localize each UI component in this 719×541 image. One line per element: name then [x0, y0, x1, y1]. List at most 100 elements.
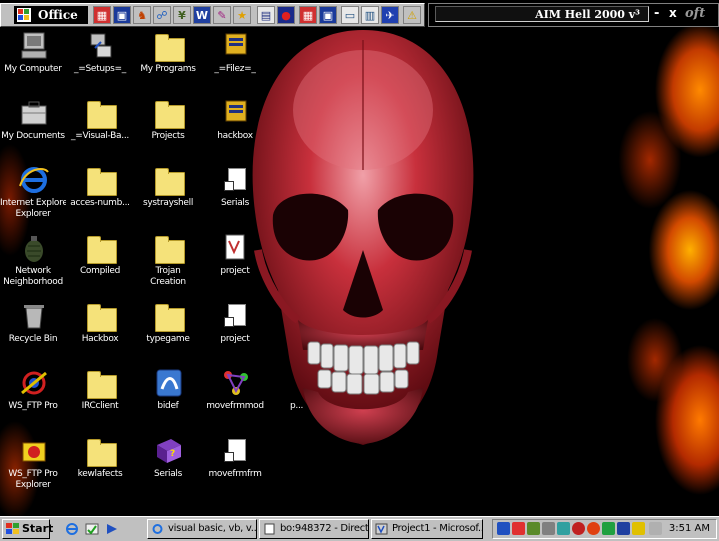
monitor-tray-icon[interactable] [617, 522, 630, 535]
shortcut-doc-icon [220, 164, 252, 196]
office-app-icon-10[interactable]: ● [277, 6, 295, 24]
desktop-icon-my-computer[interactable]: My Computer [0, 30, 66, 92]
desktop-icon-label: typegame [146, 334, 190, 344]
help-book-icon: ? [157, 439, 181, 463]
desktop-icon-project[interactable]: project [202, 300, 268, 362]
desktop-icon-hackbox[interactable]: hackbox [202, 97, 268, 159]
desktop-icon-serials[interactable]: Serials [202, 164, 268, 226]
desktop-icon-systrayshell[interactable]: systrayshell [135, 164, 201, 226]
molecule-icon [224, 371, 248, 395]
desktop-icon-acces-numb[interactable]: acces-numb... [67, 164, 133, 226]
office-app-icon-15[interactable]: ✈ [381, 6, 399, 24]
ws-ftp-explorer-icon [22, 442, 46, 462]
desktop-icon-my-programs[interactable]: My Programs [135, 30, 201, 92]
desktop-icon-setups[interactable]: _=Setups=_ [67, 30, 133, 92]
misc-tray-icon[interactable] [649, 522, 662, 535]
desktop-icon-projects[interactable]: Projects [135, 97, 201, 159]
office-app-icon-16[interactable]: ⚠ [403, 6, 421, 24]
folder-icon [153, 30, 185, 62]
desktop-icon-label: Serials [220, 198, 250, 208]
office-app-icon-5[interactable]: ¥ [173, 6, 191, 24]
desktop-icon-compiled[interactable]: Compiled [67, 232, 133, 294]
office-menu-button[interactable]: Office [14, 6, 88, 24]
warning-tray-icon[interactable] [632, 522, 645, 535]
folder-icon [85, 164, 117, 196]
desktop-icon-network-neighborhood[interactable]: Network Neighborhood [0, 232, 66, 302]
office-app-icon-13[interactable]: ▭ [341, 6, 359, 24]
desktop-icon-label: p... [290, 401, 304, 411]
update-tray-icon[interactable] [557, 522, 570, 535]
desktop-icon-label: My Programs [140, 64, 196, 74]
desktop-icon-serials-help[interactable]: ? Serials [135, 435, 201, 497]
desktop-icon-movefrmfrm[interactable]: movefrmfrm [202, 435, 268, 497]
office-app-icon-1[interactable]: ▦ [93, 6, 111, 24]
desktop-icon-label: acces-numb... [70, 198, 130, 208]
desktop-icon-internet-explorer[interactable]: Internet Explorer Explorer [0, 164, 66, 234]
task-direct[interactable]: bo:948372 - Direct... [259, 519, 369, 539]
network-tray-icon[interactable] [527, 522, 540, 535]
setup-icon [90, 33, 112, 58]
clock[interactable]: 3:51 AM [669, 523, 710, 534]
folder-icon [85, 97, 117, 129]
desktop-icon-hackbox-folder[interactable]: Hackbox [67, 300, 133, 362]
office-title: Office [38, 8, 78, 22]
outlook-quicklaunch-icon[interactable] [84, 521, 100, 537]
desktop-icon-label: Projects [151, 131, 185, 141]
office-app-icon-4[interactable]: ☍ [153, 6, 171, 24]
start-button[interactable]: Start [2, 519, 53, 539]
office-app-icon-3[interactable]: ♞ [133, 6, 151, 24]
desktop-icon-ircclient[interactable]: IRCclient [67, 367, 133, 429]
desktop-icon-label: project [220, 334, 250, 344]
desktop-icon-movefrmmod[interactable]: movefrmmod [202, 367, 268, 429]
folder-icon [153, 164, 185, 196]
office-app-icon-12[interactable]: ▣ [319, 6, 337, 24]
desktop-icon-label: project [220, 266, 250, 276]
office-app-icon-14[interactable]: ▥ [361, 6, 379, 24]
desktop-icon-my-documents[interactable]: My Documents [0, 97, 66, 159]
task-label: Project1 - Microsof... [392, 523, 483, 534]
recycle-bin-icon [24, 305, 44, 329]
desktop-icon-kewlafects[interactable]: kewlafects [67, 435, 133, 497]
office-app-icon-2[interactable]: ▣ [113, 6, 131, 24]
office-app-icon-11[interactable]: ▦ [299, 6, 317, 24]
desktop-icon-partial[interactable]: p... [270, 367, 336, 429]
desktop-icon-label: movefrmmod [206, 401, 264, 411]
desktop-icon-visual-basic-folder[interactable]: _=Visual-Ba... [67, 97, 133, 159]
shield-tray-icon[interactable] [497, 522, 510, 535]
office-app-icon-7[interactable]: ✎ [213, 6, 231, 24]
desktop-icon-label-line2: Creation [150, 277, 186, 287]
office-app-icon-9[interactable]: ▤ [257, 6, 275, 24]
office-app-icon-8[interactable]: ★ [233, 6, 251, 24]
desktop-icon-ws-ftp-pro-explorer[interactable]: WS_FTP Pro Explorer [0, 435, 66, 505]
speaker-tray-icon[interactable] [602, 522, 615, 535]
task-visual-basic[interactable]: visual basic, vb, v... [147, 519, 257, 539]
office-app-icon-6[interactable]: W [193, 6, 211, 24]
desktop-icon-label: Internet Explorer [0, 198, 66, 208]
desktop-icon-bidef[interactable]: bidef [135, 367, 201, 429]
desktop-icon-label: _=Setups=_ [74, 64, 126, 74]
desktop-icon-label: Hackbox [81, 334, 119, 344]
desktop[interactable]: Office ▦ ▣ ♞ ☍ ¥ W ✎ ★ ▤ ● ▦ ▣ ▭ ▥ ✈ ⚠ A… [0, 0, 719, 516]
desktop-icon-typegame[interactable]: typegame [135, 300, 201, 362]
desktop-icon-project-vb[interactable]: project [202, 232, 268, 294]
desktop-icon-recycle-bin[interactable]: Recycle Bin [0, 300, 66, 362]
desktop-icon-label: Recycle Bin [8, 334, 58, 344]
desktop-quicklaunch-icon[interactable] [104, 521, 120, 537]
task-project1[interactable]: Project1 - Microsof... [371, 519, 483, 539]
ie-quicklaunch-icon[interactable] [64, 521, 80, 537]
aim-tray-icon[interactable] [587, 522, 600, 535]
aim-close-button[interactable]: x [669, 6, 677, 20]
system-tray: 3:51 AM [492, 519, 717, 539]
desktop-icon-filez[interactable]: _=Filez=_ [202, 30, 268, 92]
tools-tray-icon[interactable] [542, 522, 555, 535]
folder-icon [85, 435, 117, 467]
desktop-icon-trojan-creation[interactable]: Trojan Creation [135, 232, 201, 302]
alert-tray-icon[interactable] [512, 522, 525, 535]
desktop-icon-ws-ftp-pro[interactable]: WS_FTP Pro [0, 367, 66, 429]
desktop-icon-label: IRCclient [81, 401, 119, 411]
aim-minimize-button[interactable]: - [654, 6, 659, 21]
aim-title: AIM Hell 2000 v³ [435, 6, 649, 22]
bidef-icon [156, 369, 182, 397]
ws-ftp-icon [21, 371, 47, 395]
stop-tray-icon[interactable] [572, 522, 585, 535]
